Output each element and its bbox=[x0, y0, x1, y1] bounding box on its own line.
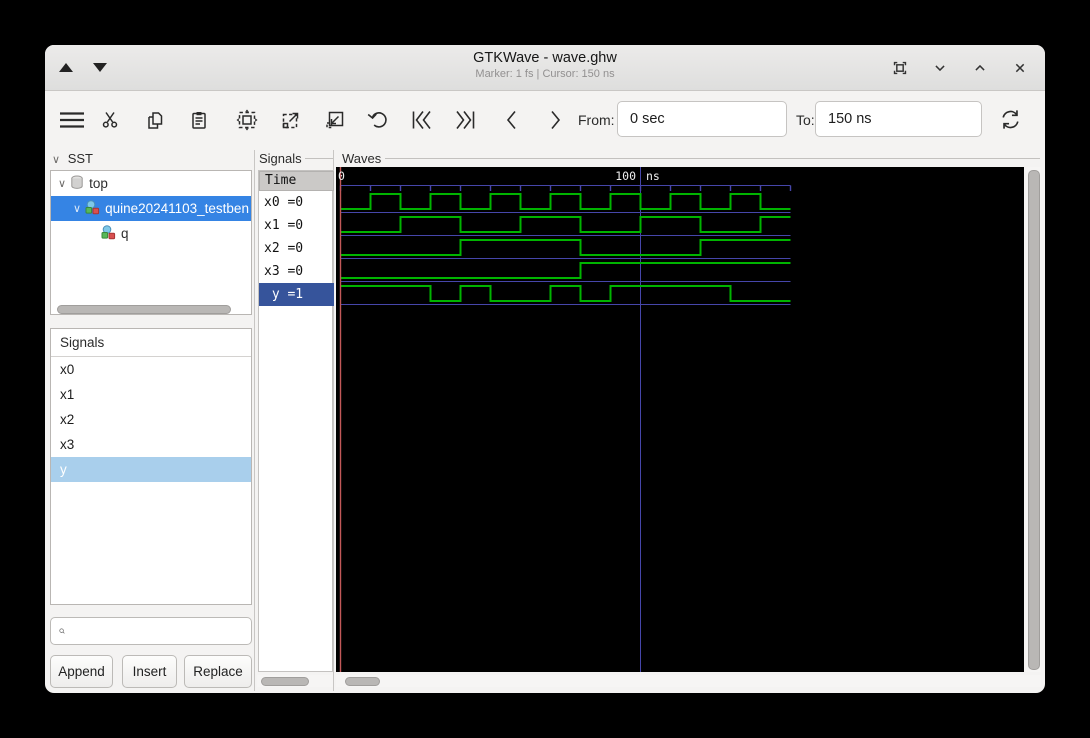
timeline-major-number: 100 bbox=[615, 169, 636, 183]
gtkwave-window: GTKWave - wave.ghw Marker: 1 fs | Cursor… bbox=[45, 45, 1045, 693]
tree-item-label: quine20241103_testben bbox=[105, 201, 249, 216]
chevron-down-icon[interactable]: ∨ bbox=[58, 177, 66, 190]
list-item-x0[interactable]: x0 bbox=[51, 357, 251, 382]
tree-item-label: top bbox=[89, 176, 108, 191]
tree-hscrollbar-thumb[interactable] bbox=[57, 305, 231, 314]
timeline-major-unit: ns bbox=[646, 169, 660, 183]
value-row-y[interactable]: y =1 bbox=[259, 283, 334, 306]
chevron-down-icon[interactable]: ∨ bbox=[73, 202, 81, 215]
time-header[interactable]: Time bbox=[259, 171, 334, 191]
button-row: Append Insert Replace bbox=[45, 655, 255, 688]
waves-panel-label: Waves bbox=[342, 151, 382, 166]
find-next-edge-icon[interactable] bbox=[538, 91, 572, 148]
append-button[interactable]: Append bbox=[50, 655, 113, 688]
list-item-y[interactable]: y bbox=[51, 457, 251, 482]
value-row-x2[interactable]: x2 =0 bbox=[259, 237, 334, 260]
signal-values-panel: Time x0 =0 x1 =0 x2 =0 x3 =0 y =1 bbox=[258, 170, 334, 672]
cut-icon[interactable] bbox=[93, 91, 127, 148]
pane-splitter-left[interactable] bbox=[254, 150, 255, 691]
list-item-x2[interactable]: x2 bbox=[51, 407, 251, 432]
wave-area[interactable]: 0 100 ns bbox=[336, 167, 1024, 672]
waves-vscrollbar-track[interactable] bbox=[1026, 167, 1041, 672]
tree-item-q[interactable]: q bbox=[51, 221, 251, 246]
zoom-fit-icon[interactable] bbox=[230, 91, 264, 148]
find-previous-edge-icon[interactable] bbox=[495, 91, 529, 148]
search-icon bbox=[59, 628, 65, 634]
sst-label: SST bbox=[67, 151, 93, 166]
signal-list-header: Signals bbox=[51, 329, 251, 357]
zoom-out-icon[interactable] bbox=[318, 91, 352, 148]
fullscreen-icon[interactable] bbox=[887, 55, 913, 81]
signal-list: Signals x0 x1 x2 x3 y bbox=[50, 328, 252, 605]
signal-search[interactable] bbox=[50, 617, 252, 645]
tree-item-label: q bbox=[121, 226, 129, 241]
waves-frame-line bbox=[385, 158, 1040, 159]
main-content: ∨ SST ∨ top ∨ quine20241103_testben q Si… bbox=[45, 148, 1045, 693]
tree-item-testbench[interactable]: ∨ quine20241103_testben bbox=[51, 196, 251, 221]
value-row-x3[interactable]: x3 =0 bbox=[259, 260, 334, 283]
module-icon bbox=[101, 224, 116, 243]
value-row-x1[interactable]: x1 =0 bbox=[259, 214, 334, 237]
from-label: From: bbox=[578, 111, 615, 128]
reload-icon[interactable] bbox=[993, 91, 1027, 148]
toolbar: From: To: bbox=[45, 91, 1045, 148]
values-hscrollbar-track[interactable] bbox=[257, 675, 333, 687]
tree-item-top[interactable]: ∨ top bbox=[51, 171, 251, 196]
copy-icon[interactable] bbox=[138, 91, 172, 148]
titlebar[interactable]: GTKWave - wave.ghw Marker: 1 fs | Cursor… bbox=[45, 45, 1045, 91]
shift-pane-down-icon[interactable] bbox=[93, 63, 107, 72]
sst-tree: ∨ top ∨ quine20241103_testben q bbox=[50, 170, 252, 315]
shift-pane-up-icon[interactable] bbox=[59, 63, 73, 72]
signals-panel-label: Signals bbox=[259, 151, 302, 166]
minimize-icon[interactable] bbox=[927, 55, 953, 81]
chevron-down-icon: ∨ bbox=[52, 154, 61, 166]
waves-hscrollbar-thumb[interactable] bbox=[345, 677, 380, 686]
zoom-to-start-icon[interactable] bbox=[405, 91, 439, 148]
to-input[interactable] bbox=[815, 101, 982, 137]
zoom-in-icon[interactable] bbox=[274, 91, 308, 148]
zoom-to-end-icon[interactable] bbox=[448, 91, 482, 148]
values-hscrollbar-thumb[interactable] bbox=[261, 677, 309, 686]
waves-hscrollbar-track[interactable] bbox=[336, 675, 1041, 687]
list-item-x3[interactable]: x3 bbox=[51, 432, 251, 457]
timeline-zero-label: 0 bbox=[338, 169, 345, 183]
hierarchy-root-icon bbox=[70, 175, 84, 193]
replace-button[interactable]: Replace bbox=[184, 655, 252, 688]
paste-icon[interactable] bbox=[182, 91, 216, 148]
sst-expander[interactable]: ∨ SST bbox=[52, 151, 93, 166]
search-input[interactable] bbox=[71, 617, 251, 645]
waves-vscrollbar-thumb[interactable] bbox=[1028, 170, 1040, 670]
module-icon bbox=[85, 199, 100, 218]
value-row-x0[interactable]: x0 =0 bbox=[259, 191, 334, 214]
from-input[interactable] bbox=[617, 101, 787, 137]
menu-icon[interactable] bbox=[55, 91, 89, 148]
undo-icon[interactable] bbox=[362, 91, 396, 148]
desktop: GTKWave - wave.ghw Marker: 1 fs | Cursor… bbox=[0, 0, 1090, 738]
wave-canvas[interactable] bbox=[336, 167, 1024, 672]
insert-button[interactable]: Insert bbox=[122, 655, 177, 688]
list-item-x1[interactable]: x1 bbox=[51, 382, 251, 407]
to-label: To: bbox=[796, 111, 815, 128]
signals-frame-line bbox=[305, 158, 333, 159]
close-icon[interactable] bbox=[1007, 55, 1033, 81]
maximize-icon[interactable] bbox=[967, 55, 993, 81]
